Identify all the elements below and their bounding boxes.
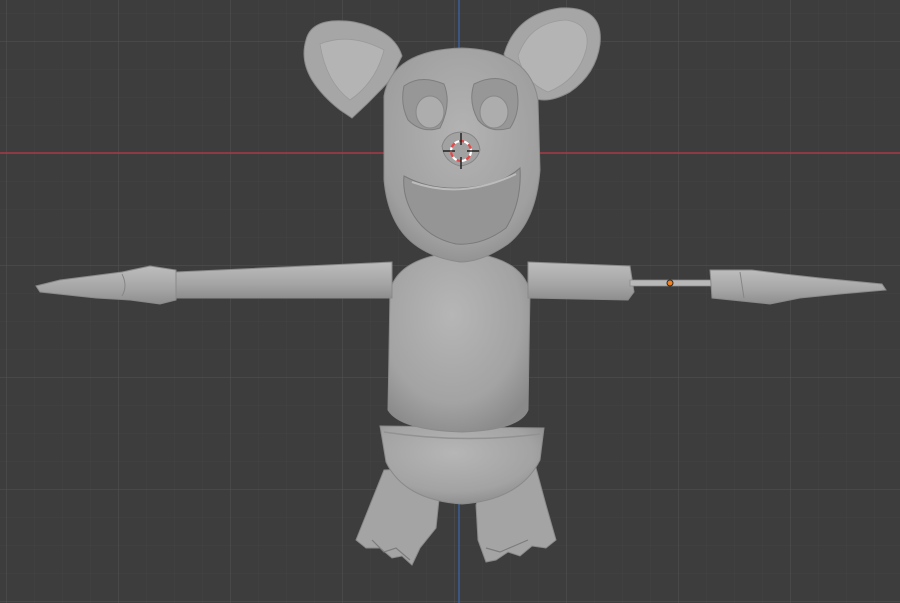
right-eye	[479, 95, 509, 129]
3d-viewport[interactable]	[0, 0, 900, 603]
torso	[387, 251, 531, 433]
right-upper-arm	[527, 261, 635, 301]
object-origin-icon[interactable]	[666, 279, 674, 287]
left-eye	[415, 95, 445, 129]
